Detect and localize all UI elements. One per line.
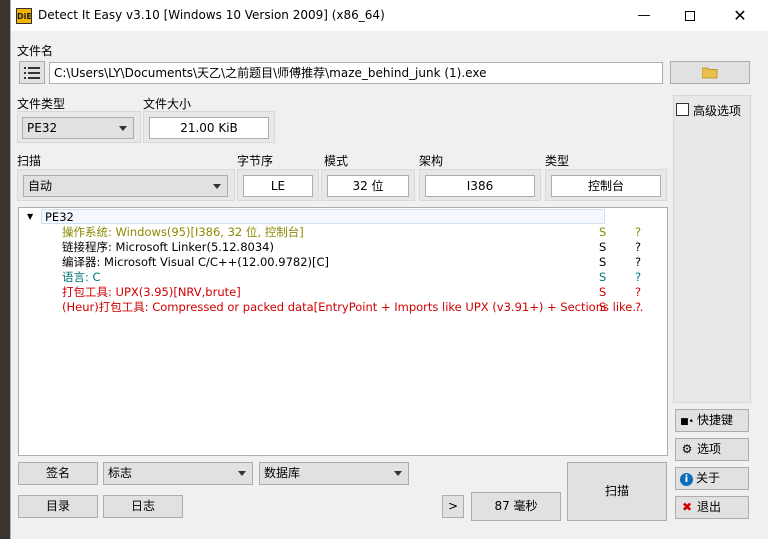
- tree-collapse-icon[interactable]: ▼: [27, 212, 33, 221]
- main-window: DiE Detect It Easy v3.10 [Windows 10 Ver…: [10, 0, 768, 539]
- mode-field: 32 位: [327, 175, 409, 197]
- result-row-info-button[interactable]: ?: [635, 255, 641, 269]
- database-value: 数据库: [264, 466, 301, 480]
- result-row-info-button[interactable]: ?: [635, 285, 641, 299]
- exit-label: 退出: [697, 500, 722, 514]
- app-logo-icon: DiE: [16, 8, 32, 24]
- arch-group: I386: [419, 169, 541, 201]
- result-row-signature-flag[interactable]: S: [599, 255, 606, 269]
- maximize-button[interactable]: [667, 0, 713, 31]
- endianness-label: 字节序: [237, 154, 274, 168]
- gear-icon: ⚙: [681, 442, 693, 456]
- file-size-group: 21.00 KiB: [143, 111, 275, 143]
- result-row-text[interactable]: (Heur)打包工具: Compressed or packed data[En…: [62, 300, 643, 315]
- scan-button[interactable]: 扫描: [567, 462, 667, 521]
- file-type-label: 文件类型: [17, 97, 66, 111]
- info-icon: i: [680, 473, 693, 486]
- options-label: 选项: [697, 442, 722, 456]
- scan-select[interactable]: 自动: [23, 175, 228, 197]
- minimize-icon: —: [637, 8, 651, 23]
- type-field: 控制台: [551, 175, 661, 197]
- directory-button[interactable]: 目录: [18, 495, 98, 518]
- result-row-signature-flag[interactable]: S: [599, 285, 606, 299]
- file-name-label: 文件名: [17, 44, 54, 58]
- results-tree[interactable]: ▼ PE32 操作系统: Windows(95)[I386, 32 位, 控制台…: [18, 207, 668, 456]
- result-row-text[interactable]: 操作系统: Windows(95)[I386, 32 位, 控制台]: [62, 225, 304, 240]
- type-label: 类型: [545, 154, 570, 168]
- result-row-info-button[interactable]: ?: [635, 270, 641, 284]
- database-select[interactable]: 数据库: [259, 462, 409, 485]
- exit-button[interactable]: ✖ 退出: [675, 496, 749, 519]
- result-row-info-button[interactable]: ?: [635, 300, 641, 314]
- open-file-button[interactable]: [670, 61, 750, 84]
- result-row-signature-flag[interactable]: S: [599, 225, 606, 239]
- result-row-signature-flag[interactable]: S: [599, 270, 606, 284]
- arch-label: 架构: [419, 154, 444, 168]
- signature-button[interactable]: 签名: [18, 462, 98, 485]
- tree-root-label: PE32: [45, 210, 74, 224]
- time-display: 87 毫秒: [471, 492, 561, 521]
- chevron-down-icon: [238, 471, 246, 476]
- scan-group: 自动: [17, 169, 235, 201]
- result-row-text[interactable]: 语言: C: [62, 270, 101, 285]
- maximize-icon: [685, 10, 695, 21]
- type-group: 控制台: [545, 169, 667, 201]
- result-row-text[interactable]: 链接程序: Microsoft Linker(5.12.8034): [62, 240, 274, 255]
- result-row-signature-flag[interactable]: S: [599, 300, 606, 314]
- file-path-field[interactable]: C:\Users\LY\Documents\天乙\之前题目\师傅推荐\maze_…: [49, 62, 663, 84]
- file-type-group: PE32: [17, 111, 141, 143]
- result-row-info-button[interactable]: ?: [635, 225, 641, 239]
- close-button[interactable]: ✕: [717, 0, 763, 31]
- advanced-panel: 高级选项: [673, 95, 751, 403]
- mode-group: 32 位: [321, 169, 415, 201]
- chevron-down-icon: [213, 184, 221, 189]
- file-menu-button[interactable]: [19, 61, 45, 84]
- arch-field: I386: [425, 175, 535, 197]
- close-icon: ✖: [681, 500, 693, 514]
- file-type-value: PE32: [27, 121, 58, 135]
- result-row-text[interactable]: 编译器: Microsoft Visual C/C++(12.00.9782)[…: [62, 255, 329, 270]
- endianness-group: LE: [237, 169, 319, 201]
- shortcuts-button[interactable]: ■• 快捷键: [675, 409, 749, 432]
- scan-value: 自动: [28, 179, 53, 193]
- minimize-button[interactable]: —: [621, 0, 667, 31]
- title-bar[interactable]: DiE Detect It Easy v3.10 [Windows 10 Ver…: [11, 0, 768, 31]
- window-title: Detect It Easy v3.10 [Windows 10 Version…: [38, 8, 385, 22]
- file-size-field: 21.00 KiB: [149, 117, 269, 139]
- result-row-signature-flag[interactable]: S: [599, 240, 606, 254]
- flags-select[interactable]: 标志: [103, 462, 253, 485]
- about-label: 关于: [696, 471, 721, 485]
- options-button[interactable]: ⚙ 选项: [675, 438, 749, 461]
- mode-label: 模式: [324, 154, 349, 168]
- shortcuts-label: 快捷键: [697, 413, 734, 427]
- advanced-label: 高级选项: [693, 104, 742, 118]
- log-button[interactable]: 日志: [103, 495, 183, 518]
- result-row-text[interactable]: 打包工具: UPX(3.95)[NRV,brute]: [62, 285, 241, 300]
- chevron-down-icon: [394, 471, 402, 476]
- folder-icon: [701, 67, 718, 79]
- advanced-checkbox[interactable]: [676, 103, 689, 116]
- flags-value: 标志: [108, 466, 133, 480]
- more-button[interactable]: >: [442, 495, 464, 518]
- chevron-down-icon: [119, 126, 127, 131]
- list-icon: [24, 67, 40, 79]
- endianness-field: LE: [243, 175, 313, 197]
- result-row-info-button[interactable]: ?: [635, 240, 641, 254]
- about-button[interactable]: i 关于: [675, 467, 749, 490]
- scan-label: 扫描: [17, 154, 42, 168]
- close-icon: ✕: [733, 6, 747, 25]
- keyboard-icon: ■•: [680, 417, 694, 427]
- file-size-label: 文件大小: [143, 97, 192, 111]
- tree-root-row[interactable]: PE32: [41, 209, 605, 224]
- file-type-select[interactable]: PE32: [22, 117, 134, 139]
